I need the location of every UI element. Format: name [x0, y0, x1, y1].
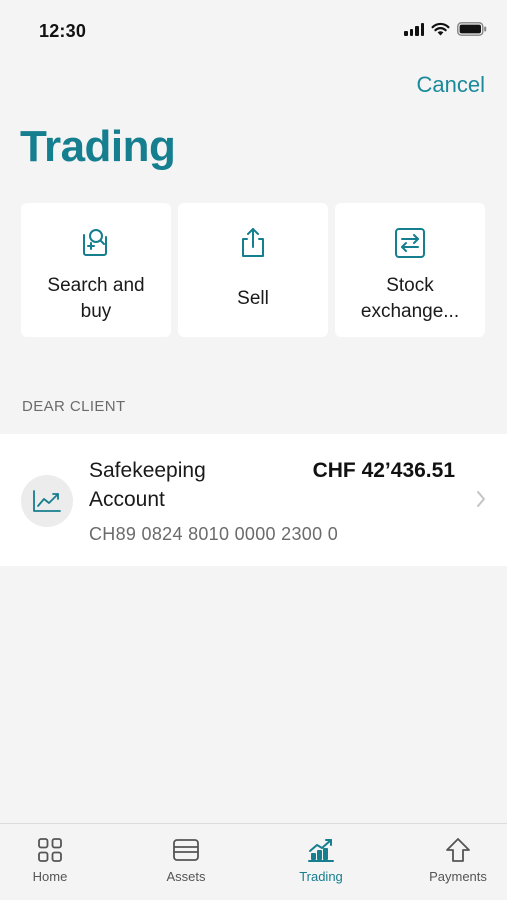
account-balance: CHF 42’436.51: [312, 459, 455, 482]
wallet-icon: [172, 836, 200, 864]
tab-assets[interactable]: Assets: [136, 824, 236, 900]
sell-label: Sell: [237, 288, 269, 309]
page-title: Trading: [20, 122, 176, 171]
stock-exchange-label: Stock exchange...: [360, 275, 460, 322]
tab-home-label: Home: [32, 869, 68, 884]
grid-icon: [37, 836, 63, 864]
status-icons: [404, 22, 487, 36]
tab-trading[interactable]: Trading: [271, 824, 371, 900]
chart-line-icon: [21, 475, 73, 527]
stock-exchange-tile[interactable]: Stock exchange...: [335, 203, 485, 337]
tab-payments-label: Payments: [429, 869, 487, 884]
account-row[interactable]: Safekeeping Account CHF 42’436.51 CH89 0…: [0, 434, 507, 566]
cancel-button[interactable]: Cancel: [417, 72, 485, 98]
arrow-up-icon: [445, 836, 471, 864]
account-iban: CH89 0824 8010 0000 2300 0: [89, 524, 339, 544]
cellular-signal-icon: [404, 22, 424, 36]
chevron-right-icon: [476, 490, 486, 513]
tab-home[interactable]: Home: [0, 824, 100, 900]
tab-assets-label: Assets: [166, 869, 206, 884]
tab-bar: Home Assets Trading Payments: [0, 823, 507, 900]
section-header: DEAR CLIENT: [22, 398, 126, 415]
search-and-buy-label: Search and buy: [47, 275, 145, 322]
account-name: Safekeeping Account: [89, 459, 206, 511]
share-sell-icon: [236, 225, 270, 261]
search-buy-icon: [79, 225, 113, 261]
battery-icon: [457, 22, 487, 36]
tab-payments[interactable]: Payments: [408, 824, 507, 900]
sell-tile[interactable]: Sell: [178, 203, 328, 337]
status-time: 12:30: [39, 21, 87, 41]
trading-chart-icon: [307, 836, 335, 864]
status-bar: 12:30: [0, 0, 507, 60]
action-tiles: Search and buy Sell Stock exchange...: [21, 203, 485, 337]
search-and-buy-tile[interactable]: Search and buy: [21, 203, 171, 337]
wifi-icon: [431, 22, 450, 36]
tab-trading-label: Trading: [299, 869, 343, 884]
trading-screen: 12:30 Cancel Trading Search and buy Sell…: [0, 0, 507, 900]
exchange-icon: [393, 225, 427, 261]
